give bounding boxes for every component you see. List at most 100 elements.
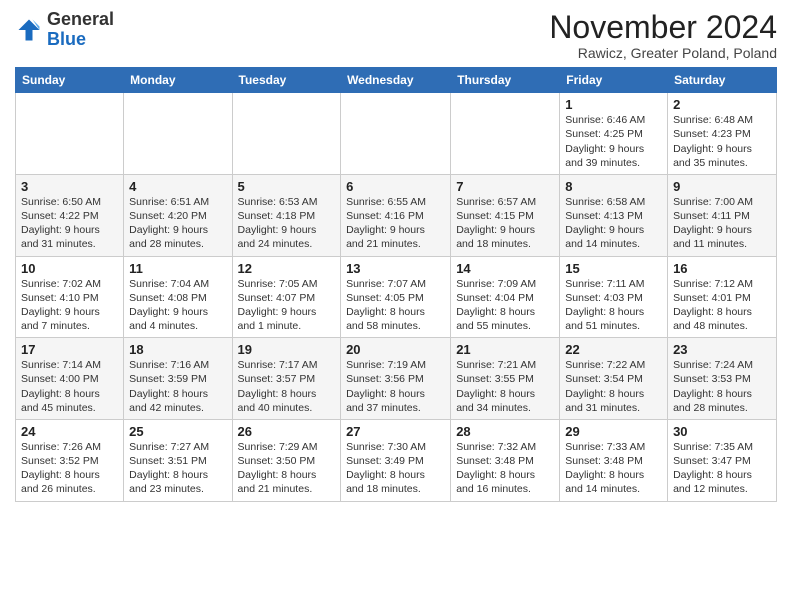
day-number: 7 (456, 179, 554, 194)
day-number: 4 (129, 179, 226, 194)
day-info: Sunrise: 7:21 AM Sunset: 3:55 PM Dayligh… (456, 358, 554, 415)
day-number: 29 (565, 424, 662, 439)
month-title: November 2024 (549, 10, 777, 45)
calendar-cell: 2Sunrise: 6:48 AM Sunset: 4:23 PM Daylig… (668, 93, 777, 175)
calendar-cell: 16Sunrise: 7:12 AM Sunset: 4:01 PM Dayli… (668, 256, 777, 338)
day-number: 8 (565, 179, 662, 194)
day-info: Sunrise: 6:57 AM Sunset: 4:15 PM Dayligh… (456, 195, 554, 252)
day-info: Sunrise: 7:09 AM Sunset: 4:04 PM Dayligh… (456, 277, 554, 334)
day-number: 26 (238, 424, 336, 439)
calendar-cell: 3Sunrise: 6:50 AM Sunset: 4:22 PM Daylig… (16, 174, 124, 256)
calendar-cell: 22Sunrise: 7:22 AM Sunset: 3:54 PM Dayli… (560, 338, 668, 420)
col-saturday: Saturday (668, 68, 777, 93)
day-number: 3 (21, 179, 118, 194)
calendar-cell (451, 93, 560, 175)
calendar-cell: 21Sunrise: 7:21 AM Sunset: 3:55 PM Dayli… (451, 338, 560, 420)
day-info: Sunrise: 7:07 AM Sunset: 4:05 PM Dayligh… (346, 277, 445, 334)
calendar-cell: 26Sunrise: 7:29 AM Sunset: 3:50 PM Dayli… (232, 419, 341, 501)
calendar-cell: 15Sunrise: 7:11 AM Sunset: 4:03 PM Dayli… (560, 256, 668, 338)
logo-text: General Blue (47, 10, 114, 50)
day-number: 9 (673, 179, 771, 194)
day-info: Sunrise: 6:48 AM Sunset: 4:23 PM Dayligh… (673, 113, 771, 170)
day-number: 16 (673, 261, 771, 276)
day-info: Sunrise: 7:11 AM Sunset: 4:03 PM Dayligh… (565, 277, 662, 334)
calendar-table: Sunday Monday Tuesday Wednesday Thursday… (15, 67, 777, 501)
calendar-cell: 27Sunrise: 7:30 AM Sunset: 3:49 PM Dayli… (341, 419, 451, 501)
calendar-cell: 7Sunrise: 6:57 AM Sunset: 4:15 PM Daylig… (451, 174, 560, 256)
logo-blue: Blue (47, 29, 86, 49)
day-number: 17 (21, 342, 118, 357)
calendar-cell: 8Sunrise: 6:58 AM Sunset: 4:13 PM Daylig… (560, 174, 668, 256)
col-wednesday: Wednesday (341, 68, 451, 93)
calendar-cell: 6Sunrise: 6:55 AM Sunset: 4:16 PM Daylig… (341, 174, 451, 256)
calendar-cell: 12Sunrise: 7:05 AM Sunset: 4:07 PM Dayli… (232, 256, 341, 338)
calendar-cell: 9Sunrise: 7:00 AM Sunset: 4:11 PM Daylig… (668, 174, 777, 256)
day-info: Sunrise: 7:22 AM Sunset: 3:54 PM Dayligh… (565, 358, 662, 415)
calendar-cell: 20Sunrise: 7:19 AM Sunset: 3:56 PM Dayli… (341, 338, 451, 420)
day-number: 13 (346, 261, 445, 276)
day-number: 2 (673, 97, 771, 112)
day-number: 23 (673, 342, 771, 357)
calendar-cell: 1Sunrise: 6:46 AM Sunset: 4:25 PM Daylig… (560, 93, 668, 175)
calendar-cell (16, 93, 124, 175)
calendar-cell (341, 93, 451, 175)
title-block: November 2024 Rawicz, Greater Poland, Po… (549, 10, 777, 61)
calendar-cell: 19Sunrise: 7:17 AM Sunset: 3:57 PM Dayli… (232, 338, 341, 420)
logo-icon (15, 16, 43, 44)
day-number: 5 (238, 179, 336, 194)
day-number: 20 (346, 342, 445, 357)
day-number: 27 (346, 424, 445, 439)
calendar-cell: 25Sunrise: 7:27 AM Sunset: 3:51 PM Dayli… (124, 419, 232, 501)
day-number: 6 (346, 179, 445, 194)
day-number: 10 (21, 261, 118, 276)
calendar-header-row: Sunday Monday Tuesday Wednesday Thursday… (16, 68, 777, 93)
logo: General Blue (15, 10, 114, 50)
col-monday: Monday (124, 68, 232, 93)
day-info: Sunrise: 7:32 AM Sunset: 3:48 PM Dayligh… (456, 440, 554, 497)
calendar-cell: 28Sunrise: 7:32 AM Sunset: 3:48 PM Dayli… (451, 419, 560, 501)
day-number: 1 (565, 97, 662, 112)
calendar-cell: 18Sunrise: 7:16 AM Sunset: 3:59 PM Dayli… (124, 338, 232, 420)
day-info: Sunrise: 7:30 AM Sunset: 3:49 PM Dayligh… (346, 440, 445, 497)
day-info: Sunrise: 7:27 AM Sunset: 3:51 PM Dayligh… (129, 440, 226, 497)
day-info: Sunrise: 6:46 AM Sunset: 4:25 PM Dayligh… (565, 113, 662, 170)
calendar-cell: 29Sunrise: 7:33 AM Sunset: 3:48 PM Dayli… (560, 419, 668, 501)
day-info: Sunrise: 7:16 AM Sunset: 3:59 PM Dayligh… (129, 358, 226, 415)
day-number: 22 (565, 342, 662, 357)
calendar-cell: 11Sunrise: 7:04 AM Sunset: 4:08 PM Dayli… (124, 256, 232, 338)
day-info: Sunrise: 7:24 AM Sunset: 3:53 PM Dayligh… (673, 358, 771, 415)
day-number: 19 (238, 342, 336, 357)
day-number: 15 (565, 261, 662, 276)
day-number: 25 (129, 424, 226, 439)
calendar-cell: 23Sunrise: 7:24 AM Sunset: 3:53 PM Dayli… (668, 338, 777, 420)
col-thursday: Thursday (451, 68, 560, 93)
day-info: Sunrise: 7:04 AM Sunset: 4:08 PM Dayligh… (129, 277, 226, 334)
day-number: 21 (456, 342, 554, 357)
col-friday: Friday (560, 68, 668, 93)
calendar-cell: 14Sunrise: 7:09 AM Sunset: 4:04 PM Dayli… (451, 256, 560, 338)
day-number: 30 (673, 424, 771, 439)
day-info: Sunrise: 6:51 AM Sunset: 4:20 PM Dayligh… (129, 195, 226, 252)
day-number: 14 (456, 261, 554, 276)
day-info: Sunrise: 7:12 AM Sunset: 4:01 PM Dayligh… (673, 277, 771, 334)
day-info: Sunrise: 7:02 AM Sunset: 4:10 PM Dayligh… (21, 277, 118, 334)
calendar-cell: 4Sunrise: 6:51 AM Sunset: 4:20 PM Daylig… (124, 174, 232, 256)
location: Rawicz, Greater Poland, Poland (549, 45, 777, 61)
col-tuesday: Tuesday (232, 68, 341, 93)
calendar-cell: 5Sunrise: 6:53 AM Sunset: 4:18 PM Daylig… (232, 174, 341, 256)
page-container: General Blue November 2024 Rawicz, Great… (0, 0, 792, 507)
calendar-cell (232, 93, 341, 175)
day-info: Sunrise: 7:17 AM Sunset: 3:57 PM Dayligh… (238, 358, 336, 415)
col-sunday: Sunday (16, 68, 124, 93)
day-info: Sunrise: 7:19 AM Sunset: 3:56 PM Dayligh… (346, 358, 445, 415)
day-info: Sunrise: 6:55 AM Sunset: 4:16 PM Dayligh… (346, 195, 445, 252)
header: General Blue November 2024 Rawicz, Great… (15, 10, 777, 61)
day-info: Sunrise: 6:53 AM Sunset: 4:18 PM Dayligh… (238, 195, 336, 252)
day-info: Sunrise: 6:58 AM Sunset: 4:13 PM Dayligh… (565, 195, 662, 252)
day-info: Sunrise: 6:50 AM Sunset: 4:22 PM Dayligh… (21, 195, 118, 252)
logo-general: General (47, 9, 114, 29)
day-number: 18 (129, 342, 226, 357)
calendar-cell: 30Sunrise: 7:35 AM Sunset: 3:47 PM Dayli… (668, 419, 777, 501)
calendar-cell: 10Sunrise: 7:02 AM Sunset: 4:10 PM Dayli… (16, 256, 124, 338)
day-info: Sunrise: 7:29 AM Sunset: 3:50 PM Dayligh… (238, 440, 336, 497)
